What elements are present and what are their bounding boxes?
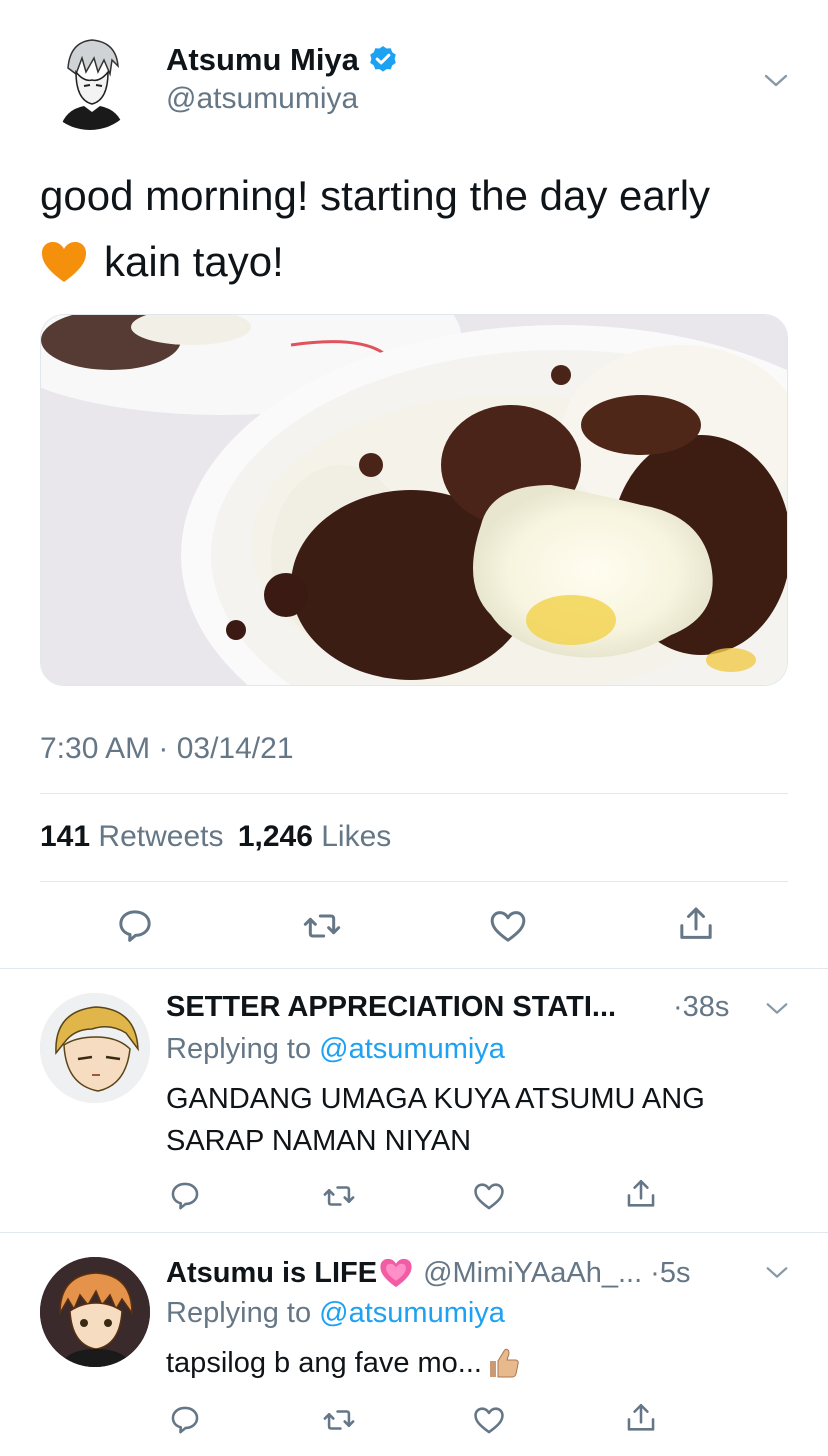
chevron-down-icon[interactable]	[764, 995, 790, 1021]
reply-text: tapsilog b ang fave mo...	[166, 1343, 522, 1383]
reply-name-row: Atsumu is LIFE @MimiYAaAh_... ·5s	[166, 1255, 690, 1291]
thumbs-up-icon	[486, 1345, 522, 1381]
retweet-icon[interactable]	[322, 1403, 356, 1437]
replying-to-prefix: Replying to	[166, 1033, 312, 1065]
reply-avatar[interactable]	[40, 1257, 150, 1367]
reply-text-line2: SARAP NAMAN NIYAN	[166, 1125, 472, 1157]
author-display-name[interactable]: Atsumu Miya	[166, 42, 359, 78]
like-heart-icon[interactable]	[472, 1403, 506, 1437]
tweet-timestamp[interactable]: 7:30 AM · 03/14/21	[40, 732, 294, 766]
tweet-image[interactable]	[40, 314, 788, 686]
reply-display-name[interactable]: Atsumu is LIFE	[166, 1257, 377, 1290]
reply-display-name[interactable]: SETTER APPRECIATION STATI...	[166, 991, 616, 1024]
reply-avatar[interactable]	[40, 993, 150, 1103]
tweet-stats: 141 Retweets 1,246 Likes	[40, 820, 391, 854]
chevron-down-icon[interactable]	[764, 1259, 790, 1285]
growing-heart-icon	[379, 1257, 413, 1289]
replying-to: Replying to @atsumumiya	[166, 1033, 505, 1066]
retweet-icon[interactable]	[322, 1179, 356, 1213]
likes-stat[interactable]: 1,246 Likes	[238, 820, 391, 853]
reply-item[interactable]: SETTER APPRECIATION STATI... ·38s Replyi…	[0, 969, 828, 1232]
tweet-text-line2: kain tayo!	[40, 236, 284, 288]
retweets-count: 141	[40, 820, 91, 853]
replying-to-handle[interactable]: @atsumumiya	[319, 1297, 505, 1329]
retweets-label: Retweets	[98, 820, 224, 853]
divider	[40, 793, 788, 794]
share-icon[interactable]	[676, 904, 716, 944]
replying-to-prefix: Replying to	[166, 1297, 312, 1329]
chevron-down-icon[interactable]	[762, 66, 790, 94]
orange-heart-icon	[40, 240, 88, 284]
likes-label: Likes	[321, 820, 392, 853]
like-heart-icon[interactable]	[472, 1179, 506, 1213]
divider	[40, 881, 788, 882]
reply-item[interactable]: Atsumu is LIFE @MimiYAaAh_... ·5s Replyi…	[0, 1233, 828, 1456]
tweet-text-line2-text: kain tayo!	[104, 238, 284, 285]
tweet-text-line1: good morning! starting the day early	[40, 172, 711, 219]
reply-time: ·38s	[673, 991, 730, 1023]
likes-count: 1,246	[237, 820, 313, 853]
author-avatar[interactable]	[40, 30, 140, 130]
reply-text-line1: tapsilog b ang fave mo...	[166, 1346, 482, 1379]
reply-icon[interactable]	[115, 906, 155, 946]
reply-time: ·5s	[650, 1256, 691, 1289]
reply-text-line1: GANDANG UMAGA KUYA ATSUMU ANG	[166, 1083, 705, 1115]
reply-icon[interactable]	[168, 1179, 202, 1213]
share-icon[interactable]	[624, 1401, 658, 1435]
like-heart-icon[interactable]	[488, 906, 528, 946]
replying-to: Replying to @atsumumiya	[166, 1297, 505, 1330]
retweet-icon[interactable]	[302, 906, 342, 946]
reply-icon[interactable]	[168, 1403, 202, 1437]
author-handle[interactable]: @atsumumiya	[166, 82, 358, 116]
reply-handle[interactable]: @MimiYAaAh_...	[423, 1257, 642, 1290]
replying-to-handle[interactable]: @atsumumiya	[319, 1033, 505, 1065]
author-name-row[interactable]: Atsumu Miya	[166, 40, 399, 80]
verified-badge-icon	[367, 44, 399, 76]
share-icon[interactable]	[624, 1177, 658, 1211]
retweets-stat[interactable]: 141 Retweets	[40, 820, 232, 853]
